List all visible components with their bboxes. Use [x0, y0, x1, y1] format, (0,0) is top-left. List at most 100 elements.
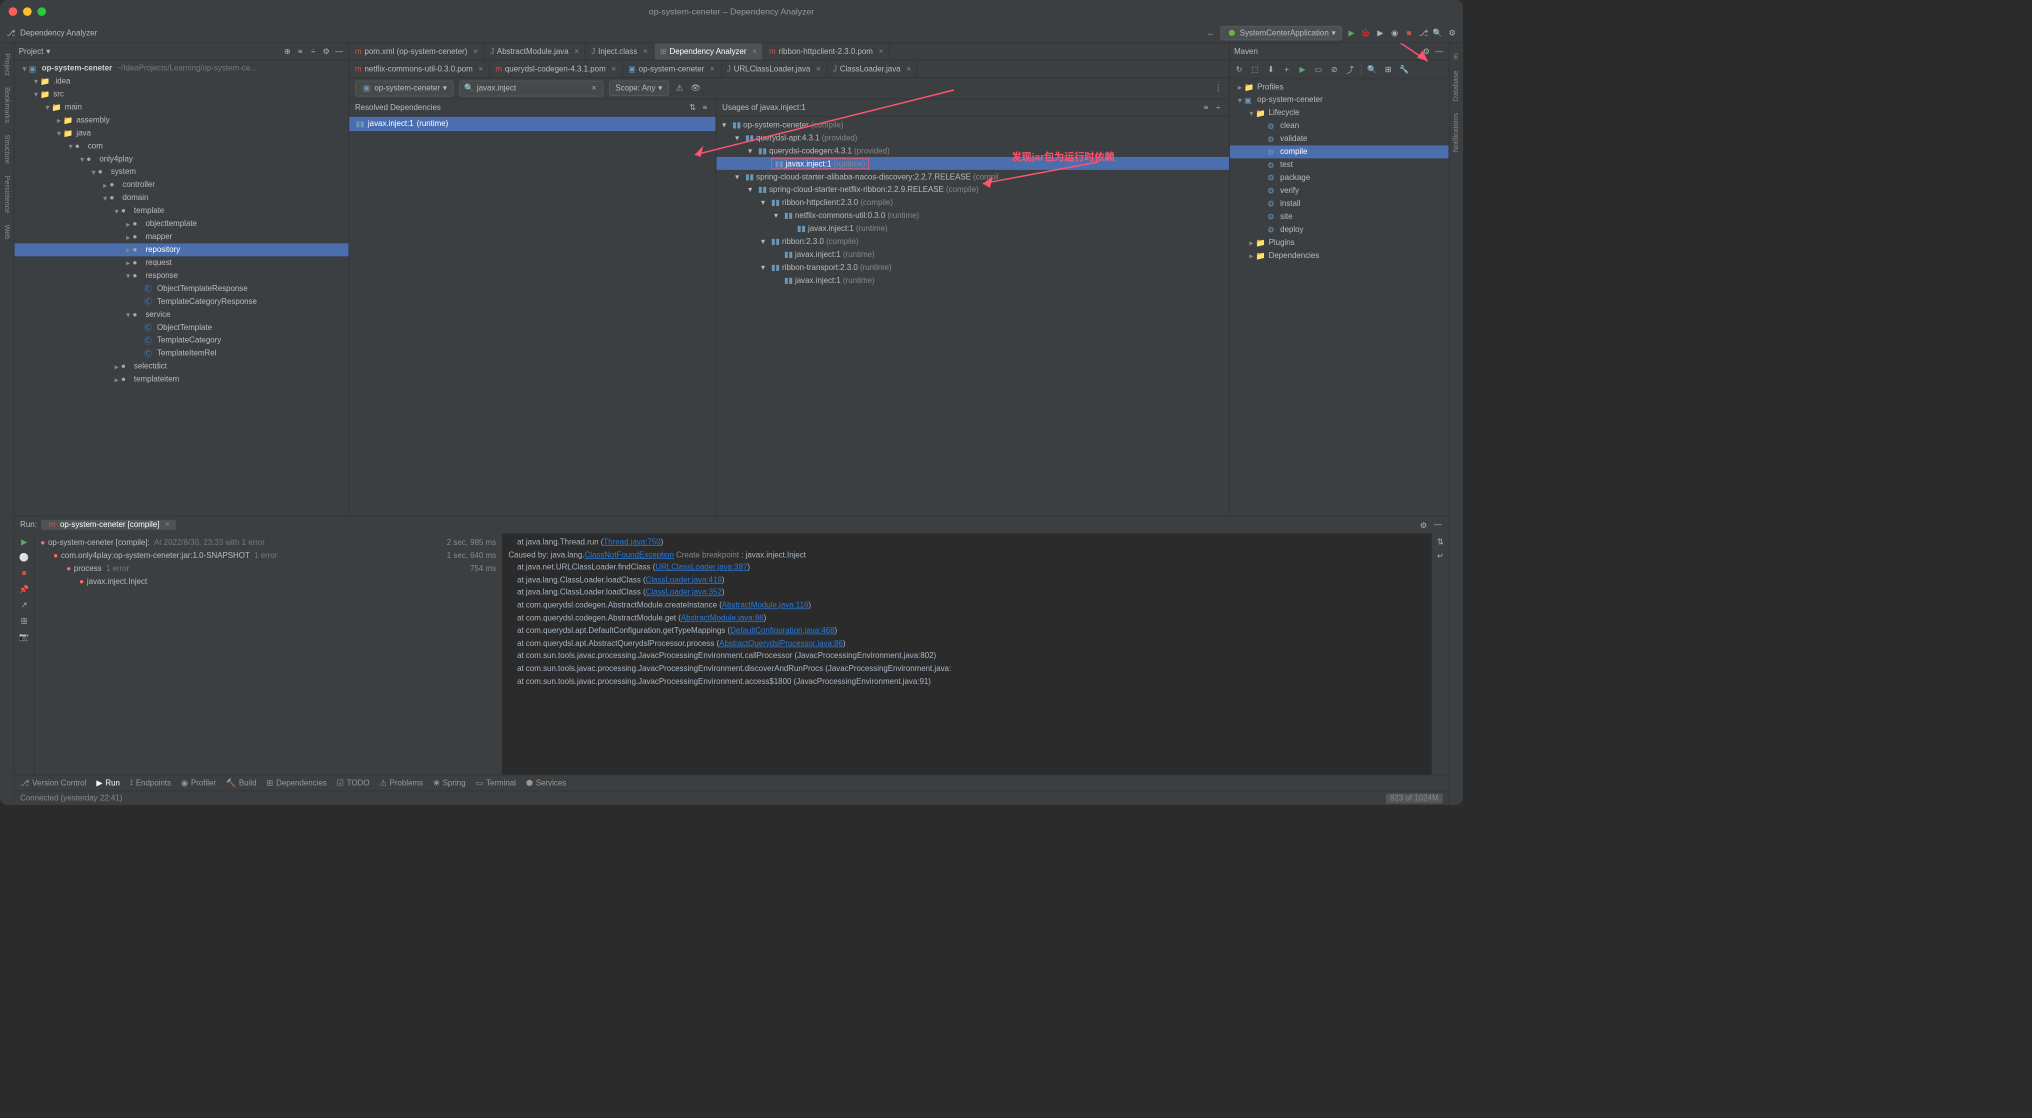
- side-tab[interactable]: m: [1451, 48, 1462, 66]
- maven-item[interactable]: ▾📁Lifecycle: [1230, 107, 1449, 120]
- tree-icon[interactable]: ⇅: [688, 102, 698, 112]
- maven-item[interactable]: ⚙install: [1230, 197, 1449, 210]
- generate-icon[interactable]: ⬚: [1250, 64, 1260, 74]
- hide-icon[interactable]: —: [1433, 520, 1443, 530]
- exec-icon[interactable]: ▭: [1313, 64, 1323, 74]
- module-selector[interactable]: ▣ op-system-ceneter ▾: [355, 80, 453, 96]
- settings-icon[interactable]: ⚙: [1447, 28, 1457, 38]
- tree-item[interactable]: ▸●repository: [14, 243, 348, 256]
- warning-icon[interactable]: ⚠: [675, 83, 685, 93]
- scroll-icon[interactable]: ⇅: [1435, 536, 1445, 546]
- console-output[interactable]: at java.lang.Thread.run (Thread.java:750…: [503, 534, 1432, 775]
- tree-item[interactable]: ⒸTemplateCategory: [14, 334, 348, 347]
- usage-item[interactable]: ▮▮ javax.inject:1 (runtime): [716, 222, 1229, 235]
- analyzer-icon[interactable]: ⊞: [1383, 64, 1393, 74]
- git-icon[interactable]: ⎇: [1418, 28, 1428, 38]
- resolved-dependency[interactable]: ▮▮ javax.inject:1 (runtime): [349, 117, 715, 131]
- download-icon[interactable]: ⬇: [1266, 64, 1276, 74]
- hide-icon[interactable]: —: [334, 46, 344, 56]
- editor-tab[interactable]: mribbon-httpclient-2.3.0.pom×: [763, 43, 889, 60]
- run-tree-item[interactable]: ●com.only4play:op-system-ceneter:jar:1.0…: [37, 549, 499, 562]
- maven-item[interactable]: ⚙test: [1230, 158, 1449, 171]
- tree-item[interactable]: ▸●selectdict: [14, 360, 348, 373]
- maven-item[interactable]: ▸📁Profiles: [1230, 81, 1449, 94]
- editor-tab[interactable]: JInject.class×: [586, 43, 655, 60]
- usage-item[interactable]: ▾ ▮▮ querydsl-apt:4.3.1 (provided): [716, 131, 1229, 144]
- wrap-icon[interactable]: ↵: [1435, 551, 1445, 561]
- editor-tab[interactable]: mquerydsl-codegen-4.3.1.pom×: [490, 60, 623, 77]
- bottom-bar-item[interactable]: ⊞Dependencies: [267, 778, 327, 787]
- stop-icon[interactable]: ■: [19, 568, 29, 578]
- editor-tab[interactable]: JURLClassLoader.java×: [721, 60, 827, 77]
- editor-tab[interactable]: JAbstractModule.java×: [484, 43, 585, 60]
- bottom-bar-item[interactable]: ⬢Services: [526, 778, 566, 787]
- locate-icon[interactable]: ⊕: [282, 46, 292, 56]
- usages-tree[interactable]: ▾ ▮▮ op-system-ceneter (compile)▾ ▮▮ que…: [716, 117, 1229, 516]
- profile-icon[interactable]: ◉: [1390, 28, 1400, 38]
- run-tree-item[interactable]: ●process 1 error754 ms: [37, 562, 499, 575]
- show-deps-icon[interactable]: 🔍: [1367, 64, 1377, 74]
- maven-item[interactable]: ⚙deploy: [1230, 223, 1449, 236]
- maven-item[interactable]: ⚙site: [1230, 210, 1449, 223]
- tree-item[interactable]: ▾●service: [14, 308, 348, 321]
- bottom-bar-item[interactable]: ❀Spring: [433, 778, 465, 787]
- usage-item[interactable]: ▮▮ javax.inject:1 (runtime): [716, 274, 1229, 287]
- close-icon[interactable]: ×: [165, 521, 170, 530]
- back-icon[interactable]: ←: [1206, 28, 1216, 38]
- collapse-icon[interactable]: ÷: [1213, 103, 1223, 113]
- run-tree-item[interactable]: ●op-system-ceneter [compile]: At 2022/8/…: [37, 536, 499, 549]
- tree-item[interactable]: ▸●templateitem: [14, 373, 348, 386]
- expand-icon[interactable]: ≡: [295, 46, 305, 56]
- tree-item[interactable]: ▾📁java: [14, 127, 348, 140]
- window-controls[interactable]: [9, 7, 46, 16]
- maven-item[interactable]: ▸📁Plugins: [1230, 236, 1449, 249]
- tree-item[interactable]: ⒸTemplateItemRel: [14, 347, 348, 360]
- pin-icon[interactable]: 📌: [19, 584, 29, 594]
- tree-item[interactable]: ▸●controller: [14, 179, 348, 192]
- maximize-icon[interactable]: [37, 7, 46, 16]
- editor-tab[interactable]: JClassLoader.java×: [827, 60, 917, 77]
- usage-item[interactable]: ▾ ▮▮ ribbon:2.3.0 (compile): [716, 235, 1229, 248]
- maven-item[interactable]: ▾▣op-system-ceneter: [1230, 94, 1449, 107]
- search-icon[interactable]: 🔍: [1433, 28, 1443, 38]
- maven-item[interactable]: ⚙package: [1230, 171, 1449, 184]
- clear-icon[interactable]: ×: [590, 83, 598, 93]
- maven-item[interactable]: ⚙clean: [1230, 120, 1449, 133]
- bottom-bar-item[interactable]: ◉Profiler: [181, 778, 216, 787]
- side-tab[interactable]: Database: [1451, 65, 1462, 107]
- layout-icon[interactable]: ⊞: [19, 616, 29, 626]
- expand-icon[interactable]: ≡: [1201, 103, 1211, 113]
- side-tab[interactable]: Notifications: [1451, 107, 1462, 158]
- tree-item[interactable]: ▸📁assembly: [14, 114, 348, 127]
- maven-item[interactable]: ⚙verify: [1230, 184, 1449, 197]
- reload-icon[interactable]: ↻: [1234, 64, 1244, 74]
- tree-item[interactable]: ▾●com: [14, 140, 348, 153]
- usage-item[interactable]: ▾ ▮▮ spring-cloud-starter-netflix-ribbon…: [716, 183, 1229, 196]
- usage-item[interactable]: ▾ ▮▮ ribbon-transport:2.3.0 (runtime): [716, 261, 1229, 274]
- tree-item[interactable]: ⒸObjectTemplateResponse: [14, 282, 348, 295]
- run-tree[interactable]: ●op-system-ceneter [compile]: At 2022/8/…: [35, 534, 503, 775]
- usage-item[interactable]: ▾ ▮▮ ribbon-httpclient:2.3.0 (compile): [716, 196, 1229, 209]
- gear-icon[interactable]: ⚙: [321, 46, 331, 56]
- tree-item[interactable]: ▾📁main: [14, 101, 348, 114]
- gear-icon[interactable]: ⚙: [1418, 520, 1428, 530]
- tree-item[interactable]: ▾●domain: [14, 192, 348, 205]
- run-tree-item[interactable]: ●javax.inject.Inject: [37, 575, 499, 588]
- bottom-bar-item[interactable]: 🔨Build: [226, 778, 256, 787]
- tree-item[interactable]: ▸●request: [14, 256, 348, 269]
- side-tab[interactable]: Project: [1, 48, 12, 82]
- tree-item[interactable]: ▾●template: [14, 204, 348, 217]
- run-icon[interactable]: ▶: [1297, 64, 1307, 74]
- run-config-selector[interactable]: ⬢ SystemCenterApplication ▾: [1220, 26, 1342, 40]
- editor-tabs-row2[interactable]: mnetflix-commons-util-0.3.0.pom×mqueryds…: [349, 60, 1229, 77]
- tree-item[interactable]: ▸●mapper: [14, 230, 348, 243]
- maven-item[interactable]: ⚙compile: [1230, 145, 1449, 158]
- tree-item[interactable]: ▾●system: [14, 166, 348, 179]
- filter-icon[interactable]: ⚪: [19, 552, 29, 562]
- bottom-bar-item[interactable]: ⎇Version Control: [20, 778, 86, 787]
- minimize-icon[interactable]: [23, 7, 32, 16]
- coverage-icon[interactable]: ▶: [1375, 28, 1385, 38]
- maven-item[interactable]: ▸📁Dependencies: [1230, 249, 1449, 262]
- more-icon[interactable]: ⋮: [1213, 83, 1223, 93]
- export-icon[interactable]: ↗: [19, 600, 29, 610]
